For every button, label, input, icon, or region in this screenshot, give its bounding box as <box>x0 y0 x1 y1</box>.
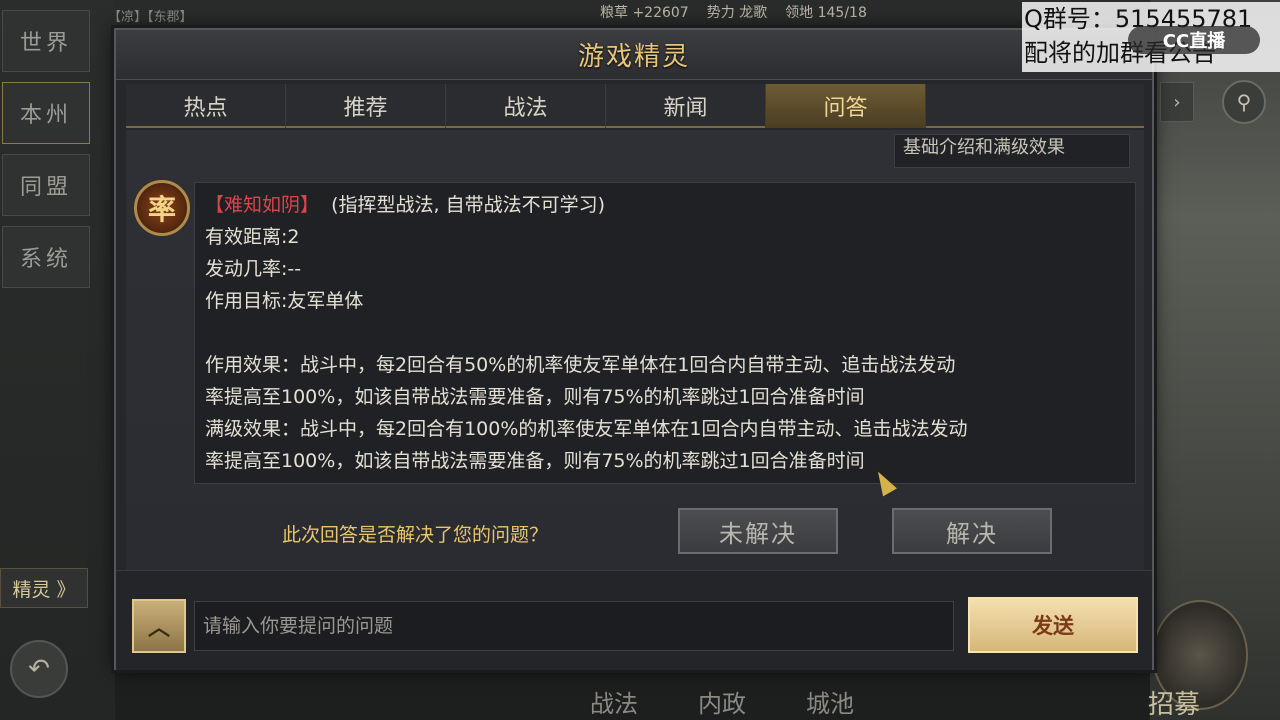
answer-bubble: 【难知如阴】 (指挥型战法, 自带战法不可学习) 有效距离:2 发动几率:-- … <box>194 182 1136 484</box>
spirit-tab[interactable]: 精灵 》 <box>0 568 88 608</box>
question-input-bar: ︿ 发送 <box>116 570 1152 670</box>
max-effect-text-2: 率提高至100%，如该自带战法需要准备，则有75%的机率跳过1回合准备时间 <box>205 450 865 472</box>
tab-recommend[interactable]: 推荐 <box>286 84 446 128</box>
question-input[interactable] <box>194 601 954 651</box>
channel-system[interactable]: 系统 <box>2 226 90 288</box>
left-channel-menu: 世界 本州 同盟 系统 <box>0 10 92 298</box>
game-spirit-dialog: 游戏精灵 热点 推荐 战法 新闻 问答 基础介绍和满级效果 率 【难知如阴】 (… <box>114 28 1154 670</box>
skill-range: 有效距离:2 <box>205 226 300 248</box>
feedback-question: 此次回答是否解决了您的问题？ <box>282 524 549 546</box>
location-pin-icon[interactable]: ⚲ <box>1222 80 1266 124</box>
bottom-navigation: 战法 内政 城池 <box>590 684 854 719</box>
force-name: 势力 龙歌 <box>706 5 768 21</box>
expand-arrow-icon[interactable]: › <box>1160 82 1194 122</box>
skill-header: 【难知如阴】 (指挥型战法, 自带战法不可学习) <box>205 189 1125 221</box>
effect-text-1: 作用效果：战斗中，每2回合有50%的机率使友军单体在1回合内自带主动、追击战法发… <box>205 354 956 376</box>
recruit-label[interactable]: 招募 <box>1148 684 1200 720</box>
skill-target: 作用目标:友军单体 <box>205 290 364 312</box>
previous-question-bubble: 基础介绍和满级效果 <box>894 134 1130 168</box>
avatar-char: 率 <box>147 193 176 226</box>
skill-name: 【难知如阴】 <box>205 194 320 216</box>
send-button[interactable]: 发送 <box>968 597 1138 653</box>
chevron-up-icon[interactable]: ︿ <box>132 599 186 653</box>
previous-question-text: 基础介绍和满级效果 <box>903 137 1065 158</box>
back-icon[interactable]: ↶ <box>10 640 68 698</box>
dialog-tabs: 热点 推荐 战法 新闻 问答 <box>126 84 1144 128</box>
nav-internal-affairs[interactable]: 内政 <box>698 684 746 719</box>
channel-alliance[interactable]: 同盟 <box>2 154 90 216</box>
grain-count: 粮草 +22607 <box>600 5 689 21</box>
resource-status: 粮草 +22607 势力 龙歌 领地 145/18 <box>600 2 867 26</box>
cc-live-logo: CC直播 <box>1128 26 1260 54</box>
tab-news[interactable]: 新闻 <box>606 84 766 128</box>
tab-qa[interactable]: 问答 <box>766 84 926 128</box>
skill-type: (指挥型战法, 自带战法不可学习) <box>331 194 606 216</box>
dialog-title: 游戏精灵 <box>577 42 690 72</box>
max-effect-text-1: 满级效果：战斗中，每2回合有100%的机率使友军单体在1回合内自带主动、追击战法… <box>205 418 968 440</box>
tab-hot[interactable]: 热点 <box>126 84 286 128</box>
spirit-avatar-icon: 率 <box>134 180 190 236</box>
dialog-header: 游戏精灵 <box>116 30 1152 80</box>
skill-trigger-rate: 发动几率:-- <box>205 258 302 280</box>
territory-count: 领地 145/18 <box>785 5 867 21</box>
channel-state[interactable]: 本州 <box>2 82 90 144</box>
unsolved-button[interactable]: 未解决 <box>678 508 838 554</box>
channel-world[interactable]: 世界 <box>2 10 90 72</box>
effect-text-2: 率提高至100%，如该自带战法需要准备，则有75%的机率跳过1回合准备时间 <box>205 386 865 408</box>
nav-tactics[interactable]: 战法 <box>590 684 638 719</box>
tab-tactics[interactable]: 战法 <box>446 84 606 128</box>
chat-snippet[interactable]: 【凉】【东郡】 <box>108 6 193 25</box>
nav-cities[interactable]: 城池 <box>806 684 854 719</box>
qa-content[interactable]: 基础介绍和满级效果 率 【难知如阴】 (指挥型战法, 自带战法不可学习) 有效距… <box>126 130 1144 570</box>
solved-button[interactable]: 解决 <box>892 508 1052 554</box>
